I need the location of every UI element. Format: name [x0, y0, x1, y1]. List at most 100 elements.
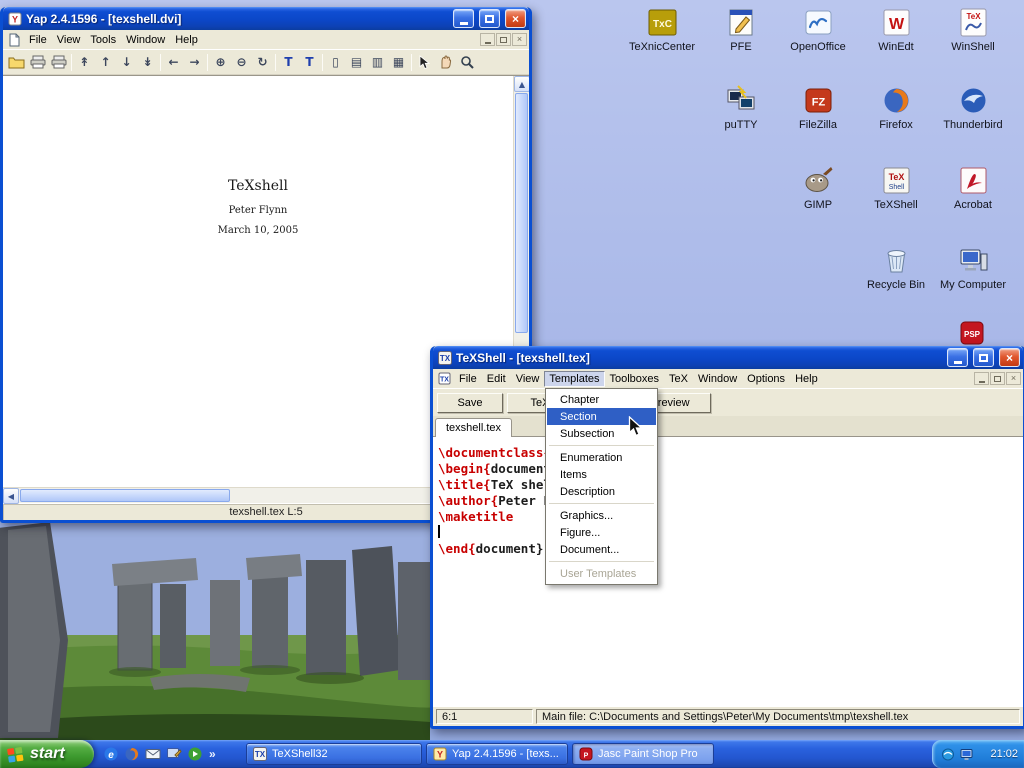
magnifier-tool-button[interactable] — [456, 52, 477, 73]
desktop-icon-filezilla[interactable]: FZ FileZilla — [780, 84, 856, 131]
mail-icon[interactable] — [144, 746, 161, 763]
desktop-icon-texniccenter[interactable]: TxC TeXnicCenter — [624, 6, 700, 53]
tab-texshell-tex[interactable]: texshell.tex — [435, 418, 512, 437]
vertical-scroll-thumb[interactable] — [515, 93, 528, 333]
taskbar-clock[interactable]: 21:02 — [990, 748, 1018, 760]
desktop-icon-putty[interactable]: puTTY — [703, 84, 779, 131]
code-editor[interactable]: \documentclass{ \begin{document \title{T… — [433, 437, 1023, 706]
taskbar-button-texshell32[interactable]: TX TeXShell32 — [246, 743, 422, 765]
continuous-layout-button[interactable]: ▦ — [388, 52, 409, 73]
desktop-icon-openoffice[interactable]: OpenOffice — [780, 6, 856, 53]
yap-menu-tools[interactable]: Tools — [85, 32, 121, 48]
yap-menu-window[interactable]: Window — [121, 32, 170, 48]
desktop-icon-label: FileZilla — [799, 119, 837, 131]
texshell-menu-templates[interactable]: Templates — [544, 371, 604, 387]
texshell-mdi-minimize-button[interactable] — [974, 372, 989, 385]
yap-titlebar[interactable]: Y Yap 2.4.1596 - [texshell.dvi] × — [3, 7, 529, 30]
back-button[interactable]: ← — [163, 52, 184, 73]
hand-tool-button[interactable] — [435, 52, 456, 73]
save-button[interactable]: Save — [437, 393, 503, 413]
desktop-icon-winedt[interactable]: W WinEdt — [858, 6, 934, 53]
open-button[interactable] — [6, 52, 27, 73]
scroll-left-button[interactable]: ◀ — [3, 488, 19, 504]
start-button[interactable]: start — [0, 740, 94, 768]
forward-button[interactable]: → — [184, 52, 205, 73]
yap-menu-help[interactable]: Help — [170, 32, 203, 48]
yap-mdi-minimize-button[interactable] — [480, 33, 495, 46]
text-mode-button[interactable]: T — [278, 52, 299, 73]
texshell-minimize-button[interactable] — [947, 348, 968, 367]
texshell-menu-window[interactable]: Window — [693, 371, 742, 387]
zoom-in-button[interactable]: ⊕ — [210, 52, 231, 73]
texshell-close-button[interactable]: × — [999, 348, 1020, 367]
texshell-menu-tex[interactable]: TeX — [664, 371, 693, 387]
firefox-quick-icon[interactable] — [123, 746, 140, 763]
yap-maximize-button[interactable] — [479, 9, 500, 28]
menu-item-description[interactable]: Description — [547, 483, 656, 500]
hand-icon — [439, 55, 452, 69]
media-player-icon[interactable] — [186, 746, 203, 763]
texshell-menu-view[interactable]: View — [511, 371, 545, 387]
horizontal-scroll-thumb[interactable] — [20, 489, 230, 502]
task-label: Yap 2.4.1596 - [texs... — [452, 748, 559, 760]
wallpaper-stonehenge — [0, 520, 430, 740]
internet-explorer-icon[interactable]: e — [102, 746, 119, 763]
texshell-menu-file[interactable]: File — [454, 371, 482, 387]
texshell-restore-button[interactable] — [973, 348, 994, 367]
desktop-icon-thunderbird[interactable]: Thunderbird — [935, 84, 1011, 131]
desktop-icon-pfe[interactable]: PFE — [703, 6, 779, 53]
pointer-tool-button[interactable] — [414, 52, 435, 73]
desktop-icon-winshell[interactable]: TeX WinShell — [935, 6, 1011, 53]
desktop-icon-recycle-bin[interactable]: Recycle Bin — [858, 244, 934, 291]
yap-menu-view[interactable]: View — [52, 32, 86, 48]
show-desktop-icon[interactable] — [165, 746, 182, 763]
menu-item-figure[interactable]: Figure... — [547, 524, 656, 541]
desktop-icon-firefox[interactable]: Firefox — [858, 84, 934, 131]
quick-launch-bar: e » — [94, 740, 244, 768]
yap-close-button[interactable]: × — [505, 9, 526, 28]
next-page-button[interactable]: ↓ — [116, 52, 137, 73]
menu-item-graphics[interactable]: Graphics... — [547, 507, 656, 524]
desktop-icon-my-computer[interactable]: My Computer — [935, 244, 1011, 291]
text-caret — [438, 525, 440, 538]
menu-item-enumeration[interactable]: Enumeration — [547, 449, 656, 466]
texshell-menu-help[interactable]: Help — [790, 371, 823, 387]
yap-mdi-close-button[interactable]: × — [512, 33, 527, 46]
desktop-icon-texshell[interactable]: TeXShell TeXShell — [858, 164, 934, 211]
svg-text:P: P — [584, 753, 589, 760]
display-tray-icon[interactable] — [960, 748, 974, 761]
taskbar-button-paint-shop-pro[interactable]: P Jasc Paint Shop Pro — [572, 743, 714, 765]
yap-menu-file[interactable]: File — [24, 32, 52, 48]
texshell-menu-toolboxes[interactable]: Toolboxes — [605, 371, 665, 387]
yap-mdi-restore-button[interactable] — [496, 33, 511, 46]
texshell-menu-options[interactable]: Options — [742, 371, 790, 387]
previous-page-button[interactable]: ↑ — [95, 52, 116, 73]
menu-item-chapter[interactable]: Chapter — [547, 391, 656, 408]
desktop-icon-acrobat[interactable]: Acrobat — [935, 164, 1011, 211]
thunderbird-icon — [957, 84, 990, 117]
print-setup-button[interactable] — [48, 52, 69, 73]
quick-launch-overflow-chevron[interactable]: » — [207, 747, 218, 761]
page-layout-button[interactable]: ▤ — [346, 52, 367, 73]
texshell-menu-edit[interactable]: Edit — [482, 371, 511, 387]
text-mode-alt-button[interactable]: T — [299, 52, 320, 73]
zoom-out-button[interactable]: ⊖ — [231, 52, 252, 73]
texshell-mdi-close-button[interactable]: × — [1006, 372, 1021, 385]
yap-minimize-button[interactable] — [453, 9, 474, 28]
network-tray-icon[interactable] — [941, 748, 955, 761]
print-button[interactable] — [27, 52, 48, 73]
single-page-button[interactable]: ▯ — [325, 52, 346, 73]
desktop-icon-gimp[interactable]: GIMP — [780, 164, 856, 211]
scroll-up-button[interactable]: ▲ — [514, 76, 529, 92]
taskbar-button-yap[interactable]: Y Yap 2.4.1596 - [texs... — [426, 743, 568, 765]
page-layout-wide-button[interactable]: ▥ — [367, 52, 388, 73]
menu-item-items[interactable]: Items — [547, 466, 656, 483]
desktop-icon-paint-shop-pro[interactable]: PSP — [952, 320, 992, 346]
desktop-icon-label: TeXnicCenter — [629, 41, 695, 53]
texshell-titlebar[interactable]: TX TeXShell - [texshell.tex] × — [433, 346, 1023, 369]
menu-item-document[interactable]: Document... — [547, 541, 656, 558]
first-page-button[interactable]: ↟ — [74, 52, 95, 73]
last-page-button[interactable]: ↡ — [137, 52, 158, 73]
refresh-button[interactable]: ↻ — [252, 52, 273, 73]
texshell-mdi-restore-button[interactable] — [990, 372, 1005, 385]
